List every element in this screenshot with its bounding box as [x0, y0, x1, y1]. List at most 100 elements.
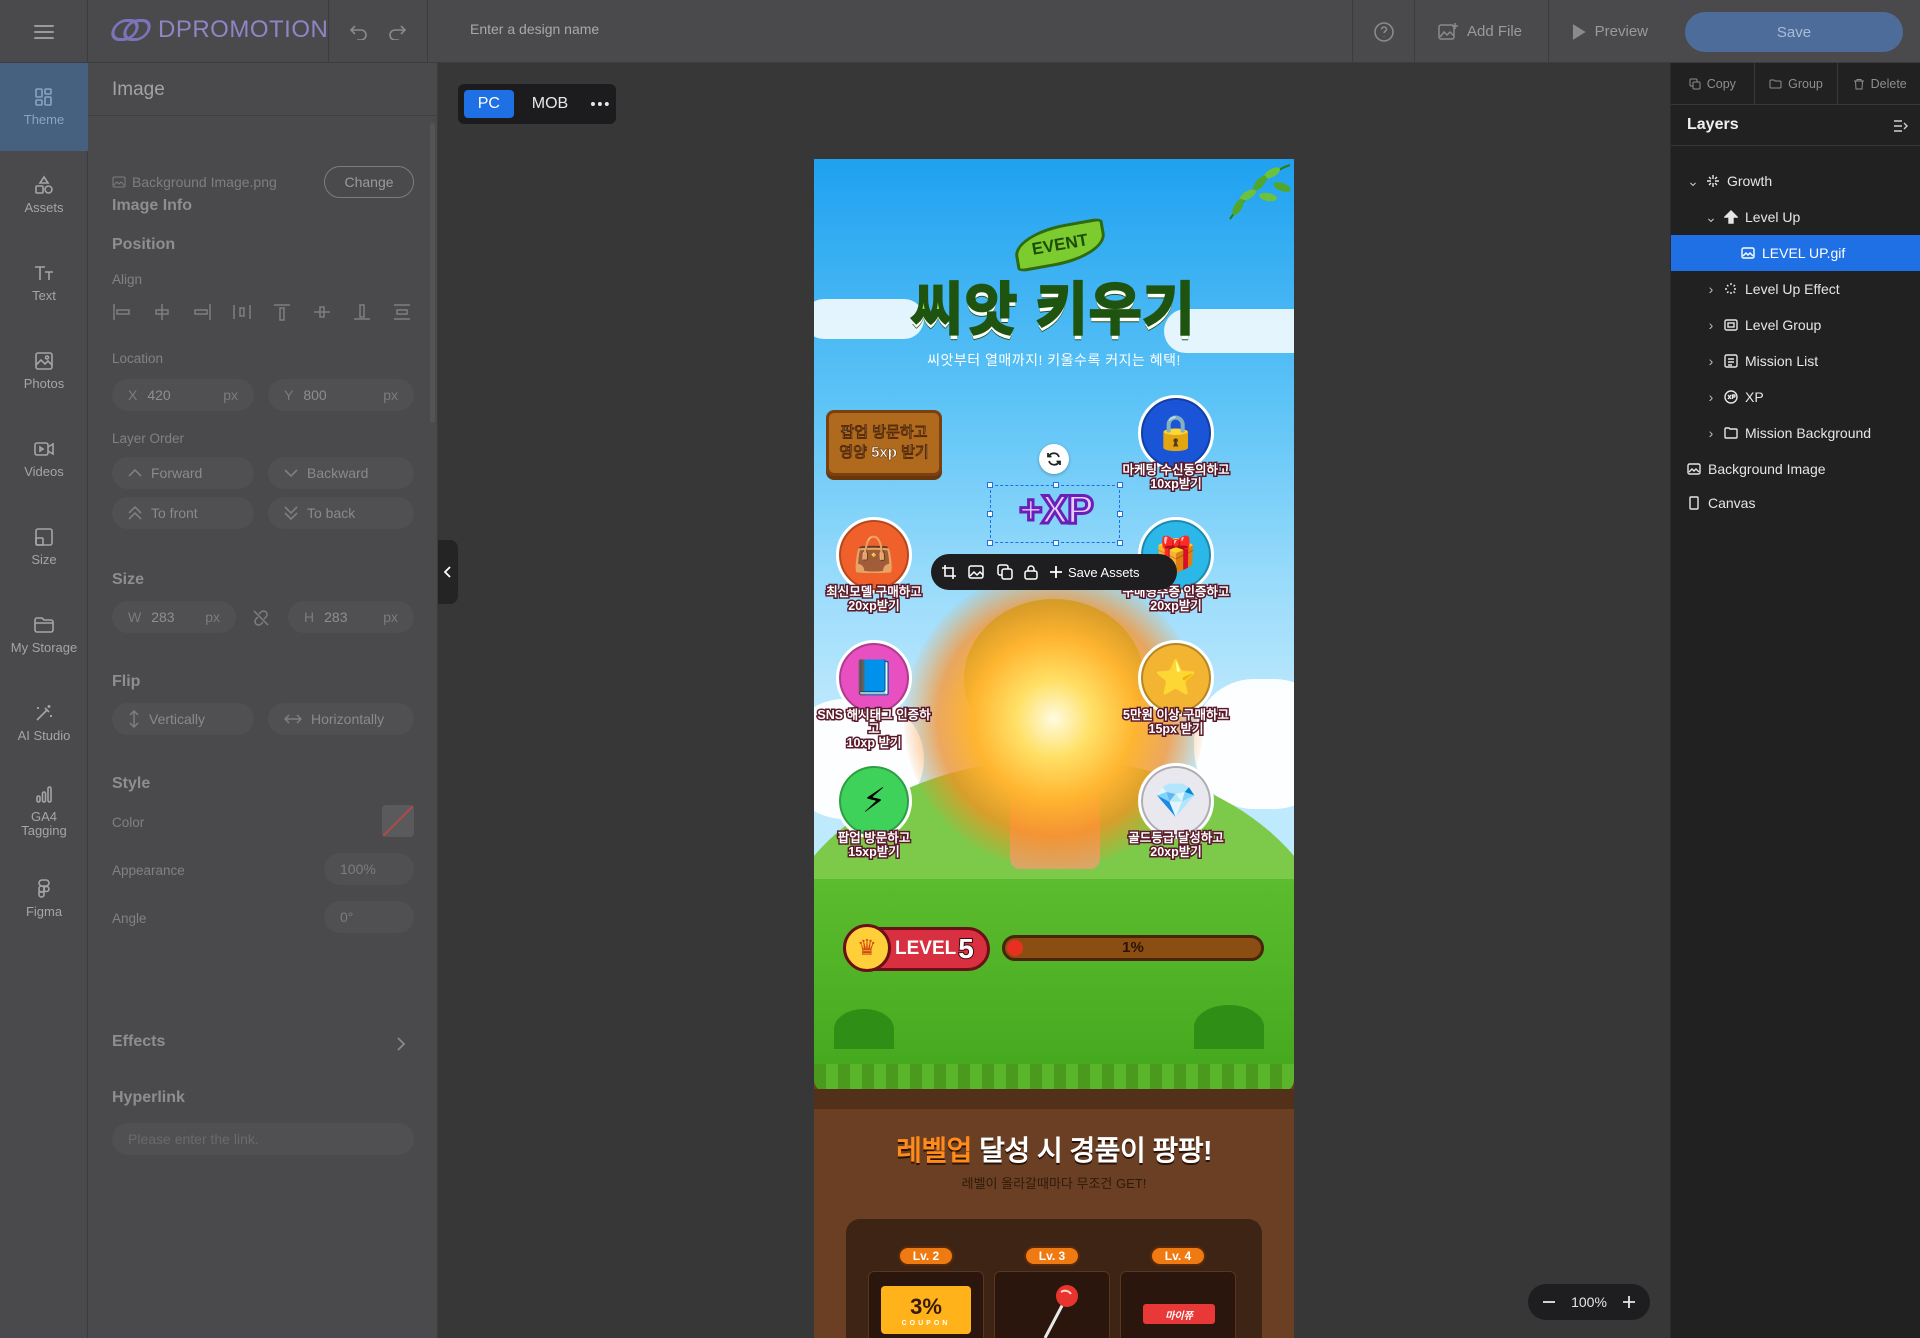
align-center-v-icon[interactable]	[312, 303, 332, 321]
replace-image-icon[interactable]	[968, 564, 986, 580]
preview-button[interactable]: Preview	[1548, 0, 1670, 63]
distribute-v-icon[interactable]	[392, 303, 412, 321]
layer-options-icon[interactable]	[1893, 119, 1909, 133]
chevron-right-icon[interactable]: ›	[1705, 281, 1717, 297]
layer-growth[interactable]: ⌄ Growth	[1671, 163, 1920, 199]
undo-icon[interactable]	[349, 24, 369, 40]
resize-handle[interactable]	[987, 482, 993, 488]
event-title: 씨앗 키우기	[910, 277, 1197, 343]
resize-handle[interactable]	[1053, 482, 1059, 488]
rotate-handle[interactable]	[1039, 444, 1069, 474]
redo-icon[interactable]	[387, 24, 407, 40]
panel-scrollbar[interactable]	[430, 123, 435, 423]
distribute-h-icon[interactable]	[232, 303, 252, 321]
collapse-panel-button[interactable]	[438, 540, 458, 604]
to-front-button[interactable]: To front	[112, 497, 254, 529]
align-right-icon[interactable]	[192, 303, 212, 321]
appearance-field[interactable]: 100%	[324, 853, 414, 885]
chevron-down-icon[interactable]: ⌄	[1687, 173, 1699, 190]
effects-row[interactable]: Effects	[88, 1023, 430, 1063]
layer-canvas[interactable]: Canvas	[1671, 485, 1920, 521]
chevron-right-icon[interactable]: ›	[1705, 425, 1717, 441]
rail-item-figma[interactable]: Figma	[0, 855, 88, 943]
backward-button[interactable]: Backward	[268, 457, 414, 489]
color-swatch[interactable]	[382, 805, 414, 837]
align-left-icon[interactable]	[112, 303, 132, 321]
chevron-down-icon[interactable]: ⌄	[1705, 209, 1717, 226]
rail-item-ai-studio[interactable]: AI Studio	[0, 679, 88, 767]
rail-item-ga4-tagging[interactable]: GA4 Tagging	[0, 767, 88, 855]
to-back-button[interactable]: To back	[268, 497, 414, 529]
resize-handle[interactable]	[1053, 540, 1059, 546]
change-image-button[interactable]: Change	[324, 166, 414, 198]
rail-item-assets[interactable]: Assets	[0, 151, 88, 239]
rail-item-videos[interactable]: Videos	[0, 415, 88, 503]
layer-mission-background[interactable]: › Mission Background	[1671, 415, 1920, 451]
help-button[interactable]	[1352, 0, 1414, 63]
layer-level-up-effect[interactable]: › Level Up Effect	[1671, 271, 1920, 307]
resize-handle[interactable]	[987, 540, 993, 546]
flip-horizontal-label: Horizontally	[311, 711, 385, 727]
chevron-right-icon[interactable]: ›	[1705, 317, 1717, 333]
unlink-aspect-icon[interactable]	[252, 609, 270, 627]
popup-mission-box: 팝업 방문하고 영양 5xp 받기	[826, 410, 942, 476]
layer-background-image[interactable]: Background Image	[1671, 451, 1920, 487]
forward-button[interactable]: Forward	[112, 457, 254, 489]
rail-item-theme[interactable]: Theme	[0, 63, 88, 151]
save-button[interactable]: Save	[1685, 12, 1903, 52]
rail-item-size[interactable]: Size	[0, 503, 88, 591]
chevron-right-icon[interactable]: ›	[1705, 353, 1717, 369]
mission-sns: 📘 SNS 해시태그 인증하고 10xp 받기	[814, 640, 934, 752]
layer-level-up-gif[interactable]: LEVEL UP.gif	[1671, 235, 1920, 271]
zoom-in-icon[interactable]	[1622, 1295, 1636, 1309]
more-icon[interactable]	[590, 101, 610, 107]
theme-icon	[35, 88, 52, 106]
lock-icon[interactable]	[1024, 564, 1038, 580]
duplicate-icon[interactable]	[997, 564, 1013, 580]
x-field[interactable]: X 420 px	[112, 379, 254, 411]
logo[interactable]: DPROMOTION	[107, 16, 328, 44]
selected-xp-element[interactable]: +XP	[987, 482, 1123, 546]
save-assets-button[interactable]: Save Assets	[1049, 565, 1140, 580]
tool-rail: Theme Assets Text Photos Videos Size My …	[0, 63, 88, 1338]
copy-button[interactable]: Copy	[1671, 63, 1755, 104]
resize-handle[interactable]	[1117, 540, 1123, 546]
layer-mission-list[interactable]: › Mission List	[1671, 343, 1920, 379]
resize-handle[interactable]	[1117, 511, 1123, 517]
delete-button[interactable]: Delete	[1838, 63, 1920, 104]
flip-horizontal-button[interactable]: Horizontally	[268, 703, 414, 735]
group-button[interactable]: Group	[1755, 63, 1839, 104]
height-field[interactable]: H 283 px	[288, 601, 414, 633]
zoom-out-icon[interactable]	[1542, 1295, 1556, 1309]
rail-item-text[interactable]: Text	[0, 239, 88, 327]
layer-xp[interactable]: › XP	[1671, 379, 1920, 415]
angle-field[interactable]: 0°	[324, 901, 414, 933]
width-field[interactable]: W 283 px	[112, 601, 236, 633]
align-top-icon[interactable]	[272, 303, 292, 321]
rail-item-photos[interactable]: Photos	[0, 327, 88, 415]
resize-handle[interactable]	[1117, 482, 1123, 488]
align-center-h-icon[interactable]	[152, 303, 172, 321]
crop-icon[interactable]	[941, 564, 957, 580]
reward-item-lollipop	[994, 1271, 1110, 1338]
chevron-right-icon[interactable]: ›	[1705, 389, 1717, 405]
layer-level-up[interactable]: ⌄ Level Up	[1671, 199, 1920, 235]
align-label: Align	[112, 272, 143, 287]
event-page-artboard[interactable]: EVENT 씨앗 키우기 씨앗부터 열매까지! 키울수록 커지는 혜택! 팝업 …	[814, 159, 1294, 1338]
resize-handle[interactable]	[987, 511, 993, 517]
hyperlink-input[interactable]: Please enter the link.	[112, 1123, 414, 1155]
y-field[interactable]: Y 800 px	[268, 379, 414, 411]
add-file-button[interactable]: Add File	[1414, 0, 1544, 63]
layer-level-group[interactable]: › Level Group	[1671, 307, 1920, 343]
group-icon	[1724, 319, 1738, 331]
rail-item-my-storage[interactable]: My Storage	[0, 591, 88, 679]
design-name-input[interactable]	[470, 21, 870, 37]
book-icon: 📘	[836, 640, 912, 716]
flip-vertical-button[interactable]: Vertically	[112, 703, 254, 735]
align-bottom-icon[interactable]	[352, 303, 372, 321]
device-mob-button[interactable]: MOB	[520, 90, 580, 118]
device-pc-button[interactable]: PC	[464, 90, 514, 118]
effects-heading: Effects	[112, 1033, 166, 1050]
reward-item-snack: 마이쮸	[1120, 1271, 1236, 1338]
menu-button[interactable]	[0, 0, 88, 63]
